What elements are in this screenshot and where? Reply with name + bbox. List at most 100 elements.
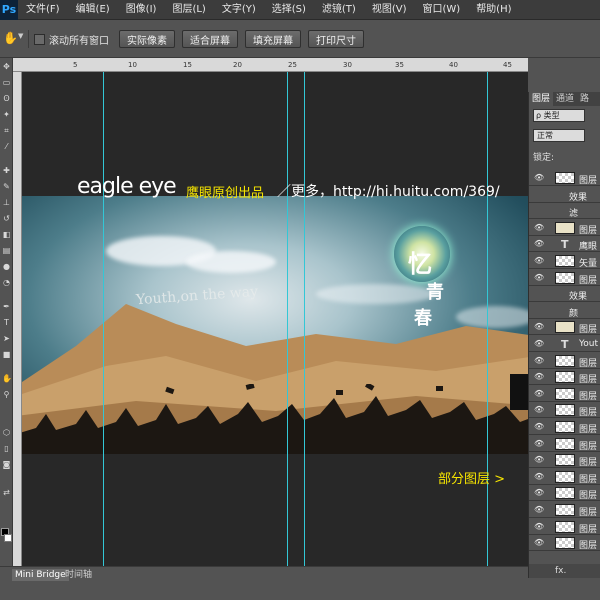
layer-row[interactable]: 👁 图层 <box>529 419 600 435</box>
layer-row[interactable]: 👁 图层 <box>529 518 600 535</box>
layer-name: 图层 <box>579 458 598 469</box>
scroll-all-windows-checkbox[interactable] <box>34 34 45 45</box>
layer-row[interactable]: 👁 图层 <box>529 352 600 369</box>
guide-line[interactable] <box>103 72 104 566</box>
magic-wand-icon[interactable]: ✦ <box>2 110 11 119</box>
marquee-tool-icon[interactable]: ▭ <box>2 78 11 87</box>
fit-screen-button[interactable]: 适合屏幕 <box>182 30 238 48</box>
eraser-tool-icon[interactable]: ◧ <box>2 230 11 239</box>
move-tool-icon[interactable]: ✥ <box>2 62 11 71</box>
3d-tool-icon[interactable]: ⬡ <box>2 428 11 437</box>
layer-name: 图层 <box>579 176 598 186</box>
visibility-eye-icon[interactable]: 👁 <box>534 389 544 398</box>
visibility-eye-icon[interactable]: 👁 <box>534 472 544 481</box>
dodge-tool-icon[interactable]: ◔ <box>2 278 11 287</box>
brush-tool-icon[interactable]: ✎ <box>2 182 11 191</box>
layer-row[interactable]: 👁 图层 <box>529 385 600 402</box>
layer-row[interactable]: 👁 图层 <box>529 219 600 236</box>
tab-paths[interactable]: 路 <box>577 92 592 106</box>
visibility-eye-icon[interactable]: 👁 <box>534 455 544 464</box>
visibility-eye-icon[interactable]: 👁 <box>534 439 544 448</box>
document-canvas[interactable]: 忆 青 春 Youth,on the way eagle eye 鹰眼原创出品 … <box>22 72 528 566</box>
menu-filter[interactable]: 滤镜(T) <box>314 0 364 20</box>
layer-row[interactable]: 👁 图层 <box>529 269 600 286</box>
healing-brush-icon[interactable]: ✚ <box>2 166 11 175</box>
visibility-eye-icon[interactable]: 👁 <box>534 488 544 497</box>
tab-channels[interactable]: 通道 <box>553 92 577 106</box>
photoshop-logo[interactable]: Ps <box>0 0 18 20</box>
fill-screen-button[interactable]: 填充屏幕 <box>245 30 301 48</box>
panel-footer[interactable]: fx. <box>529 564 600 578</box>
visibility-eye-icon[interactable]: 👁 <box>534 356 544 365</box>
lasso-tool-icon[interactable]: ʘ <box>2 94 11 103</box>
guide-line[interactable] <box>304 72 305 566</box>
layer-row[interactable]: 👁 T 鹰眼 <box>529 236 600 253</box>
hand-tool-icon[interactable]: ✋ <box>3 31 18 45</box>
history-brush-icon[interactable]: ↺ <box>2 214 11 223</box>
path-selection-icon[interactable]: ➤ <box>2 334 11 343</box>
visibility-eye-icon[interactable]: 👁 <box>534 422 544 431</box>
blur-tool-icon[interactable]: ● <box>2 262 11 271</box>
guide-line[interactable] <box>487 72 488 566</box>
crop-tool-icon[interactable]: ⌗ <box>2 126 11 135</box>
layer-row[interactable]: 👁 图层 <box>529 502 600 518</box>
visibility-eye-icon[interactable]: 👁 <box>534 405 544 414</box>
visibility-eye-icon[interactable]: 👁 <box>534 522 544 531</box>
menu-view[interactable]: 视图(V) <box>364 0 415 20</box>
visibility-eye-icon[interactable]: 👁 <box>534 173 544 182</box>
quick-mask-icon[interactable]: ◙ <box>2 460 11 469</box>
layer-row[interactable]: 👁 矢量 <box>529 253 600 269</box>
visibility-eye-icon[interactable]: 👁 <box>534 322 544 331</box>
background-color-swatch[interactable] <box>4 534 12 542</box>
visibility-eye-icon[interactable]: 👁 <box>534 372 544 381</box>
layer-row[interactable]: 效果 <box>529 186 600 203</box>
menu-help[interactable]: 帮助(H) <box>468 0 519 20</box>
eyedropper-tool-icon[interactable]: ⁄ <box>2 142 11 151</box>
swap-colors-icon[interactable]: ⇄ <box>2 488 11 497</box>
shape-tool-icon[interactable]: ■ <box>2 350 11 359</box>
menu-file[interactable]: 文件(F) <box>18 0 68 20</box>
pen-tool-icon[interactable]: ✒ <box>2 302 11 311</box>
layer-row[interactable]: 滤 <box>529 203 600 220</box>
menu-select[interactable]: 选择(S) <box>264 0 314 20</box>
zoom-tool-icon[interactable]: ⚲ <box>2 390 11 399</box>
layer-row[interactable]: 👁 图层 <box>529 319 600 336</box>
menu-window[interactable]: 窗口(W) <box>414 0 468 20</box>
visibility-eye-icon[interactable]: 👁 <box>534 505 544 514</box>
visibility-eye-icon[interactable]: 👁 <box>534 538 544 547</box>
layer-row[interactable]: 👁 图层 <box>529 468 600 485</box>
visibility-eye-icon[interactable]: 👁 <box>534 239 544 248</box>
layer-row[interactable]: 👁 图层 <box>529 535 600 552</box>
layer-row[interactable]: 效果 <box>529 286 600 303</box>
print-size-button[interactable]: 打印尺寸 <box>308 30 364 48</box>
gradient-tool-icon[interactable]: ▤ <box>2 246 11 255</box>
clone-stamp-icon[interactable]: ⊥ <box>2 198 11 207</box>
layer-row[interactable]: 颜 <box>529 302 600 319</box>
layer-filter-select[interactable]: ρ 类型 <box>533 109 585 122</box>
visibility-eye-icon[interactable]: 👁 <box>534 223 544 232</box>
layer-row[interactable]: 👁 图层 <box>529 170 600 186</box>
menu-edit[interactable]: 编辑(E) <box>68 0 118 20</box>
tool-preset-caret-icon[interactable]: ▼ <box>18 32 23 40</box>
layer-row[interactable]: 👁 图层 <box>529 435 600 452</box>
layer-row[interactable]: 👁 图层 <box>529 369 600 386</box>
tab-layers[interactable]: 图层 <box>529 92 554 106</box>
layer-row[interactable]: 👁 图层 <box>529 402 600 419</box>
note-tool-icon[interactable]: ▯ <box>2 444 11 453</box>
guide-line[interactable] <box>287 72 288 566</box>
blend-mode-select[interactable]: 正常 <box>533 129 585 142</box>
layer-row[interactable]: 👁 T Yout <box>529 336 600 352</box>
layer-row[interactable]: 👁 图层 <box>529 452 600 469</box>
menu-layer[interactable]: 图层(L) <box>164 0 213 20</box>
visibility-eye-icon[interactable]: 👁 <box>534 256 544 265</box>
menu-image[interactable]: 图像(I) <box>118 0 165 20</box>
visibility-eye-icon[interactable]: 👁 <box>534 273 544 282</box>
type-tool-icon[interactable]: T <box>2 318 11 327</box>
tab-timeline[interactable]: 时间轴 <box>62 569 95 581</box>
layer-row[interactable]: 👁 图层 <box>529 485 600 502</box>
hand-tool-icon-side[interactable]: ✋ <box>2 374 12 383</box>
tab-mini-bridge[interactable]: Mini Bridge <box>12 569 69 581</box>
visibility-eye-icon[interactable]: 👁 <box>534 339 544 348</box>
actual-pixels-button[interactable]: 实际像素 <box>119 30 175 48</box>
menu-type[interactable]: 文字(Y) <box>214 0 264 20</box>
